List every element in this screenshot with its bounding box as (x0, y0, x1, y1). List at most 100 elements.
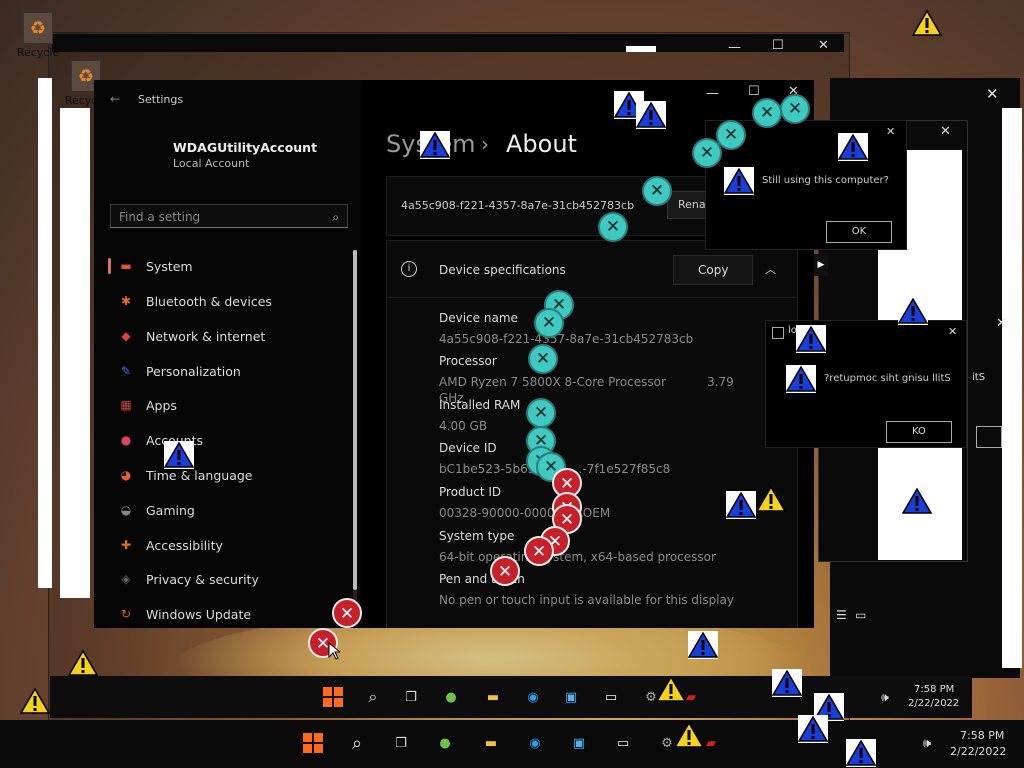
file-explorer-icon-inner[interactable]: ▬ (482, 686, 504, 708)
search-placeholder: Find a setting (119, 210, 201, 224)
dialog-ok-button[interactable]: OK (826, 221, 892, 243)
copy-button[interactable]: Copy (673, 255, 753, 285)
recycle-bin-icon[interactable]: ♻ Recycle (8, 12, 68, 59)
sidebar-item-system[interactable]: ▬ System (108, 250, 352, 282)
error-red-icon: ✕ (332, 598, 362, 628)
chat-icon[interactable]: ● (434, 732, 456, 754)
info-icon: i (401, 261, 417, 277)
error-teal-icon: ✕ (780, 94, 810, 124)
clock-time: 7:58 PM (960, 729, 1005, 742)
brush-icon: ✎ (120, 364, 132, 378)
edge-icon[interactable]: ◉ (524, 732, 546, 754)
search-taskbar-icon[interactable]: ⌕ (346, 732, 368, 754)
spec-value: AMD Ryzen 7 5800X 8-Core Processor (439, 375, 666, 389)
sidebar-item-bluetooth-devices[interactable]: ✱ Bluetooth & devices (108, 285, 352, 317)
control-panel-icon[interactable]: ▣ (568, 732, 590, 754)
device-id-banner: 4a55c908-f221-4357-8a7e-31cb452783cb (401, 199, 635, 212)
mirrored-dialog-close-button[interactable]: ✕ (948, 325, 957, 338)
sidebar-item-label: System (146, 258, 193, 274)
chevron-up-icon[interactable]: ︿ (765, 261, 776, 277)
chat-icon-inner[interactable]: ● (440, 686, 462, 708)
copy-label: Copy (698, 263, 729, 277)
sidebar-item-accessibility[interactable]: ✚ Accessibility (108, 529, 352, 561)
clock-date-inner: 2/22/2022 (908, 698, 960, 709)
spec-label: Processor (439, 354, 497, 368)
error-teal-icon: ✕ (534, 308, 564, 338)
nested-window-right-white (1002, 108, 1022, 668)
spec-label: Device ID (439, 441, 497, 455)
sidebar-item-label: Apps (146, 397, 177, 413)
warning-blue-icon (902, 488, 932, 514)
sidebar-item-label: Privacy & security (146, 571, 259, 587)
person-icon: ● (120, 433, 132, 447)
terminal-icon[interactable]: ▭ (612, 732, 634, 754)
error-red-icon: ✕ (524, 536, 554, 566)
sidebar-item-label: Network & internet (146, 328, 266, 344)
start-button[interactable] (302, 732, 324, 754)
sidebar-item-accounts[interactable]: ● Accounts (108, 424, 352, 456)
mouse-cursor-icon (328, 642, 340, 660)
control-panel-icon-inner[interactable]: ▣ (560, 686, 582, 708)
task-view-icon-inner[interactable]: ❐ (400, 686, 422, 708)
terminal-icon-inner[interactable]: ▭ (600, 686, 622, 708)
partial-dialog-button[interactable] (976, 426, 1002, 448)
maximize-button[interactable]: ☐ (748, 84, 760, 99)
sidebar-scrollbar-thumb[interactable] (353, 250, 357, 590)
bluetooth-icon: ✱ (120, 294, 132, 308)
sidebar-item-label: Time & language (146, 467, 253, 483)
breadcrumb-separator: › (481, 132, 489, 156)
spec-value: 64-bit operating system, x64-based proce… (439, 550, 716, 564)
warning-yellow-icon (674, 722, 704, 748)
error-teal-icon: ✕ (752, 98, 782, 128)
close-button-outer[interactable]: ✕ (818, 38, 829, 53)
sidebar-item-personalization[interactable]: ✎ Personalization (108, 355, 352, 387)
preview-view-icon[interactable]: ▭ (855, 608, 866, 622)
close-button-right[interactable]: ✕ (986, 85, 999, 103)
minimize-button[interactable]: — (706, 86, 719, 101)
list-view-icon[interactable]: ☰ (836, 608, 847, 622)
volume-icon[interactable]: 🕪 (916, 732, 938, 754)
maximize-button-outer[interactable]: ☐ (772, 38, 784, 53)
spec-value: 4a55c908-f221-4357-8a7e-31cb452783cb (439, 332, 694, 346)
dialog-ok-label: OK (851, 226, 867, 237)
update-icon: ↻ (120, 607, 132, 621)
minimize-button-outer[interactable]: — (728, 40, 741, 55)
search-taskbar-icon-inner[interactable]: ⌕ (362, 686, 384, 708)
dialog-close-button[interactable]: ✕ (886, 125, 895, 138)
close-button-right-2[interactable]: ✕ (940, 124, 951, 139)
sidebar-item-label: Windows Update (146, 606, 252, 622)
settings-sidebar: ← Settings WDAGUtilityAccount Local Acco… (94, 80, 362, 628)
expand-arrow-button[interactable]: ▶ (814, 254, 828, 276)
warning-yellow-icon (656, 676, 686, 702)
warning-blue-icon (636, 102, 666, 128)
windows-logo-icon (323, 687, 343, 707)
nested-screen-white-left-inner (60, 108, 90, 598)
globe-clock-icon: ◕ (120, 468, 132, 482)
warning-blue-icon (796, 326, 826, 352)
sidebar-item-apps[interactable]: ▦ Apps (108, 389, 352, 421)
recycle-icon: ♻ (23, 12, 53, 44)
sidebar-item-time-language[interactable]: ◕ Time & language (108, 459, 352, 491)
task-view-icon[interactable]: ❐ (390, 732, 412, 754)
sidebar-item-network-internet[interactable]: ◆ Network & internet (108, 320, 352, 352)
warning-blue-icon (724, 168, 754, 194)
search-icon: ⌕ (332, 210, 339, 224)
sidebar-item-gaming[interactable]: ◒ Gaming (108, 494, 352, 526)
gamepad-icon: ◒ (120, 503, 132, 517)
file-explorer-icon[interactable]: ▬ (480, 732, 502, 754)
error-red-icon: ✕ (490, 556, 520, 586)
close-button-right-3[interactable]: ✕ (996, 316, 1007, 331)
edge-icon-inner[interactable]: ◉ (522, 686, 544, 708)
mirrored-dialog-ok-button[interactable]: KO (886, 421, 952, 443)
warning-blue-icon (164, 442, 194, 468)
back-arrow-icon[interactable]: ← (110, 92, 120, 106)
spec-value: 00328-90000-00000-AAOEM (439, 506, 611, 520)
start-button-inner[interactable] (322, 686, 344, 708)
spec-label: Installed RAM (439, 398, 521, 412)
volume-icon-inner[interactable]: 🕪 (874, 686, 896, 708)
sidebar-item-windows-update[interactable]: ↻ Windows Update (108, 598, 352, 628)
search-input[interactable]: Find a setting ⌕ (110, 204, 348, 228)
recycle-bin-label: Recycle (16, 46, 60, 59)
spec-value-extra: 3.79 (707, 375, 734, 389)
sidebar-item-privacy-security[interactable]: ◈ Privacy & security (108, 563, 352, 595)
